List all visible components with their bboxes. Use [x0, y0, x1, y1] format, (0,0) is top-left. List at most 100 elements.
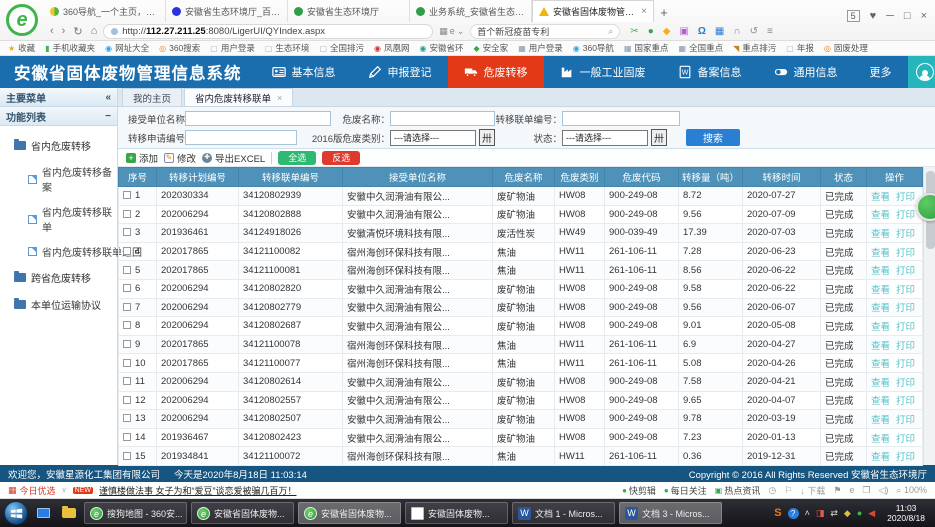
print-link[interactable]: 打印 [896, 210, 915, 221]
view-link[interactable]: 查看 [871, 266, 890, 277]
collapse-icon[interactable]: « [105, 92, 111, 103]
browser-tab[interactable]: 安徽省固体废物管理信息系统 × [532, 0, 654, 22]
select-arrow-artifact[interactable]: 卅 [479, 129, 495, 146]
browser-tool-icon[interactable]: ▣ [679, 26, 688, 37]
nav-item-declare[interactable]: 申报登记 [352, 56, 448, 88]
browser-tool-icon[interactable]: Ω [698, 26, 706, 37]
tab-close-icon[interactable]: × [641, 6, 647, 17]
zoom-level[interactable]: ⌕ 100% [896, 485, 927, 496]
category-select[interactable]: ---请选择--- [390, 130, 476, 146]
waste-name-input[interactable] [390, 111, 495, 126]
row-checkbox[interactable] [123, 266, 131, 274]
forward-button[interactable]: › [62, 25, 66, 37]
col-category[interactable]: 危废类别 [555, 168, 605, 187]
ie-icon[interactable]: e [849, 485, 854, 495]
safety-icon[interactable]: ● [857, 508, 862, 518]
browser-tool-icon[interactable]: ∩ [733, 26, 740, 37]
bookmark-item[interactable]: 收藏 [8, 42, 35, 54]
view-link[interactable]: 查看 [871, 285, 890, 296]
bookmark-item[interactable]: 360搜索 [159, 42, 200, 54]
bookmark-item[interactable]: 固废处理 [824, 42, 868, 54]
table-row[interactable]: 7 202006294 34120802779 安徽中久润滑油有限公... 废矿… [119, 298, 923, 317]
start-button[interactable] [4, 501, 28, 525]
flag-icon[interactable]: ⚑ [833, 485, 841, 496]
user-menu[interactable]: 董洋洋 ▼ [908, 56, 935, 88]
print-link[interactable]: 打印 [896, 303, 915, 314]
row-checkbox[interactable] [123, 377, 131, 385]
bookmark-item[interactable]: 用户登录 [210, 42, 255, 54]
browser-tab[interactable]: 安徽省生态环境厅 × [288, 0, 410, 22]
view-link[interactable]: 查看 [871, 248, 890, 259]
print-link[interactable]: 打印 [896, 322, 915, 333]
print-link[interactable]: 打印 [896, 229, 915, 240]
invert-selection-button[interactable]: 反选 [322, 151, 360, 165]
browser-tab[interactable]: 360导航_一个主页，整个世界 × [44, 0, 166, 22]
row-checkbox[interactable] [123, 433, 131, 441]
print-link[interactable]: 打印 [896, 341, 915, 352]
pin-icon[interactable]: ⚐ [784, 485, 792, 496]
maximize-button[interactable]: □ [904, 10, 911, 22]
update-icon[interactable]: ◆ [844, 508, 851, 519]
add-button[interactable]: +添加 [126, 151, 158, 165]
bookmark-item[interactable]: 网址大全 [105, 42, 149, 54]
home-button[interactable]: ⌂ [91, 25, 98, 37]
bookmark-item[interactable]: 全国排污 [319, 42, 364, 54]
bookmark-item[interactable]: 重点排污 [733, 42, 776, 54]
select-arrow-artifact[interactable]: 卅 [651, 129, 667, 146]
view-link[interactable]: 查看 [871, 322, 890, 333]
bookmark-item[interactable]: 安徽省环 [420, 42, 464, 54]
taskbar-button[interactable]: 搜狗地图 - 360安... [84, 502, 187, 524]
document-tab[interactable]: 我的主页 × [122, 88, 182, 106]
col-time[interactable]: 转移时间 [743, 168, 821, 187]
row-checkbox[interactable] [123, 191, 131, 199]
bookmark-item[interactable]: 国家重点 [624, 42, 669, 54]
browser-tool-icon[interactable]: ▦ [715, 26, 724, 37]
tab-close-icon[interactable]: × [277, 93, 282, 103]
col-amount[interactable]: 转移量（吨） [679, 168, 743, 187]
view-link[interactable]: 查看 [871, 341, 890, 352]
apply-no-input[interactable] [185, 130, 297, 145]
network-error-icon[interactable]: ◨ [816, 508, 825, 519]
taskbar-button[interactable]: 安徽省固体废物... [298, 502, 401, 524]
bookmark-item[interactable]: 安全家 [474, 42, 509, 54]
browser-logo[interactable]: e [0, 0, 44, 40]
speed-mode-badge[interactable]: 5 [847, 10, 860, 22]
table-row[interactable]: 2 202006294 34120802888 安徽中久润滑油有限公... 废矿… [119, 205, 923, 224]
table-row[interactable]: 5 202017865 34121100081 宿州海创环保科技有限... 焦油… [119, 261, 923, 280]
table-row[interactable]: 1 202030334 34120802939 安徽中久润滑油有限公... 废矿… [119, 187, 923, 206]
col-code[interactable]: 危废代码 [605, 168, 679, 187]
row-checkbox[interactable] [123, 452, 131, 460]
document-tab[interactable]: 省内危废转移联单 × [184, 88, 293, 106]
col-status[interactable]: 状态 [821, 168, 867, 187]
print-link[interactable]: 打印 [896, 248, 915, 259]
table-row[interactable]: 3 201936461 34124918026 安徽清悦环境科技有限... 废活… [119, 224, 923, 243]
new-tab-button[interactable]: + [654, 2, 674, 22]
row-checkbox[interactable] [123, 414, 131, 422]
table-row[interactable]: 4 202017865 34121100082 宿州海创环保科技有限... 焦油… [119, 242, 923, 261]
manifest-no-input[interactable] [562, 111, 680, 126]
edit-button[interactable]: ✎修改 [164, 151, 196, 165]
sound-icon[interactable]: ◁) [879, 485, 889, 496]
history-icon[interactable]: ◷ [768, 485, 776, 496]
print-link[interactable]: 打印 [896, 452, 915, 463]
bookmark-item[interactable]: 全国重点 [679, 42, 724, 54]
row-checkbox[interactable] [123, 340, 131, 348]
col-actions[interactable]: 操作 [867, 168, 923, 187]
explorer-icon[interactable] [58, 503, 80, 523]
taskbar-button[interactable]: 文档 1 - Micros... [512, 502, 615, 524]
bookmark-item[interactable]: 用户登录 [518, 42, 563, 54]
nav-item-record-info[interactable]: W 备案信息 [662, 56, 758, 88]
col-plan-no[interactable]: 转移计划编号 [157, 168, 239, 187]
col-seq[interactable]: 序号 [119, 168, 157, 187]
refresh-button[interactable]: ↻ [73, 25, 82, 38]
row-checkbox[interactable] [123, 210, 131, 218]
row-checkbox[interactable] [123, 359, 131, 367]
row-checkbox[interactable] [123, 321, 131, 329]
select-all-button[interactable]: 全选 [278, 151, 316, 165]
print-link[interactable]: 打印 [896, 415, 915, 426]
bookmark-item[interactable]: 年报 [786, 42, 814, 54]
print-link[interactable]: 打印 [896, 434, 915, 445]
view-link[interactable]: 查看 [871, 378, 890, 389]
table-row[interactable]: 13 202006294 34120802507 安徽中久润滑油有限公... 废… [119, 410, 923, 429]
hot-news-link[interactable]: 热点资讯 [715, 484, 761, 497]
